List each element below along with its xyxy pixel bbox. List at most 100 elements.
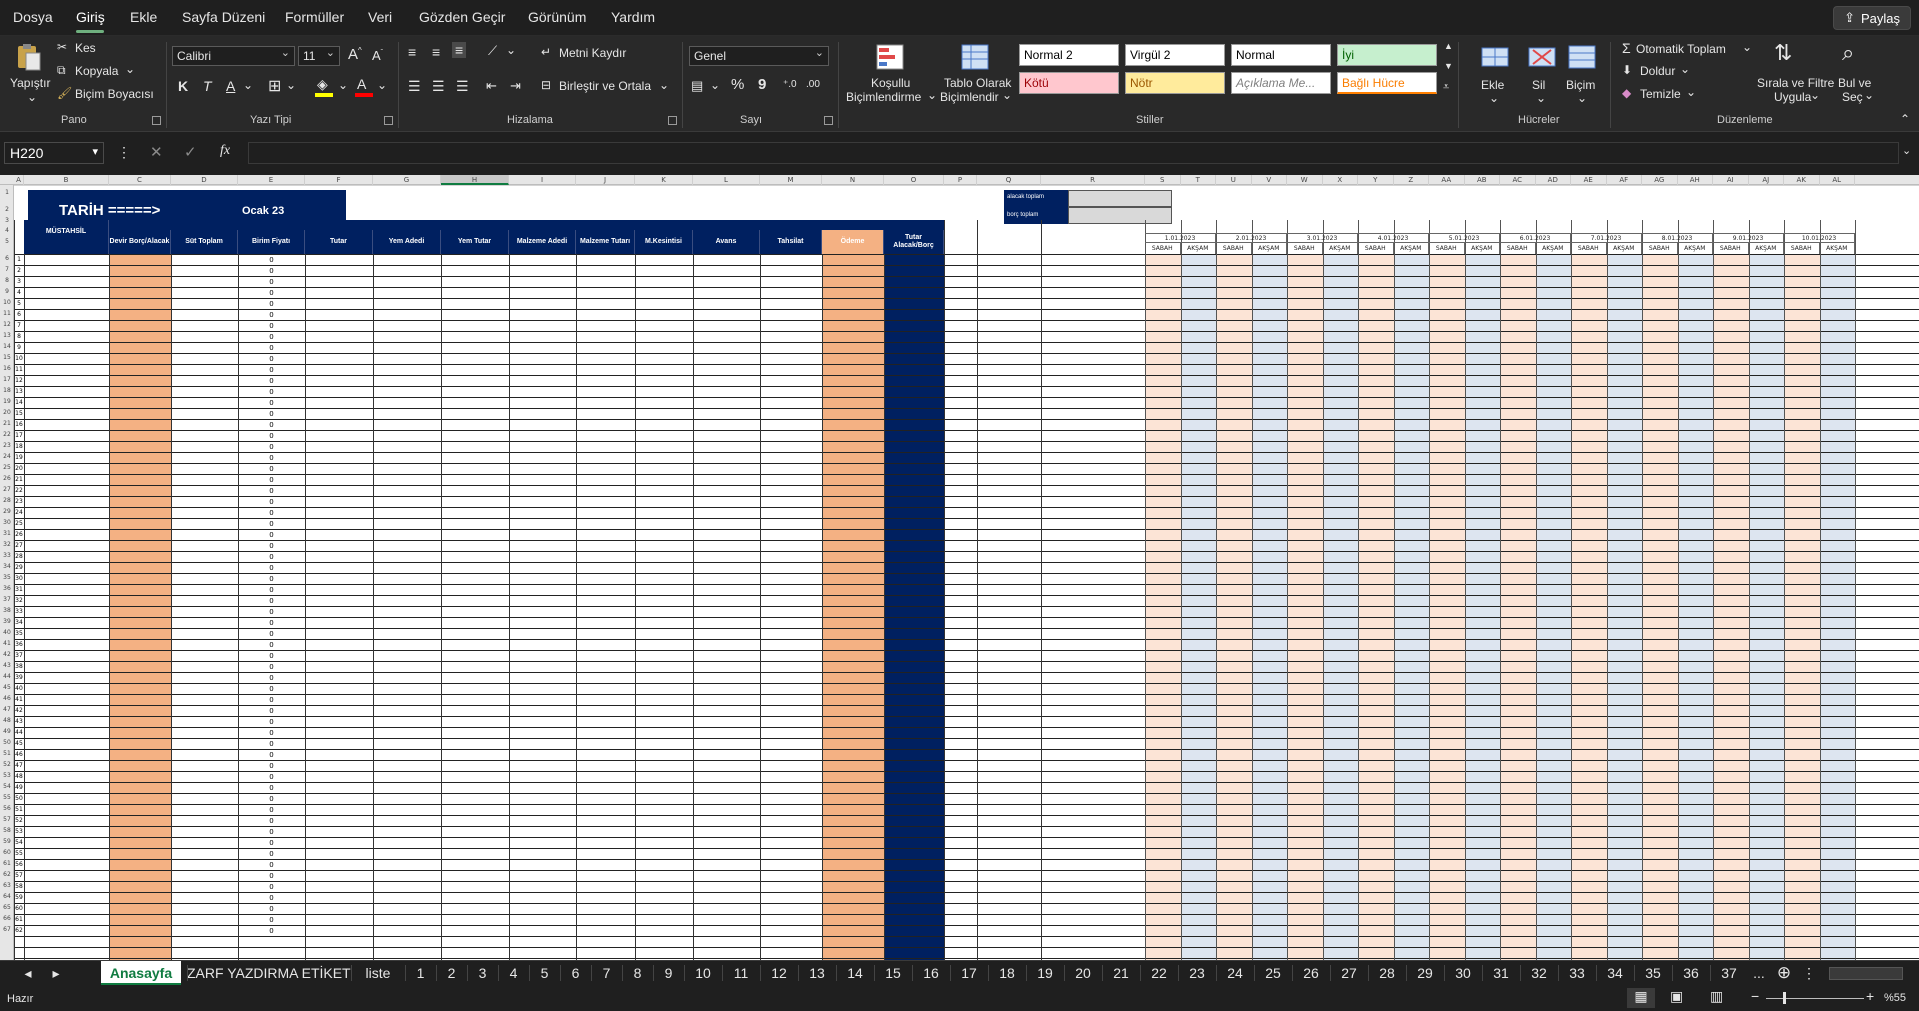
sheet-tab[interactable]: 8 bbox=[622, 961, 653, 985]
chevron-down-icon[interactable]: ⌄ bbox=[286, 78, 296, 92]
sheet-tab[interactable]: 18 bbox=[988, 961, 1026, 985]
font-name-select[interactable]: Calibri bbox=[172, 46, 295, 66]
sheet-tab[interactable]: 24 bbox=[1216, 961, 1254, 985]
row-header[interactable]: 53 bbox=[0, 772, 14, 779]
row-header[interactable]: 15 bbox=[0, 354, 14, 361]
row-header[interactable]: 19 bbox=[0, 398, 14, 405]
grow-font-icon[interactable]: A^ bbox=[348, 46, 362, 63]
worksheet[interactable]: A B C D E F G H I J K L M N O P Q R S T U V W X Y Z AA AB AC AD AE AF AG… bbox=[0, 175, 1919, 960]
column-header[interactable]: R bbox=[1041, 175, 1145, 185]
format-as-table-button[interactable]: Tablo Olarak Biçimlendir ⌄ bbox=[940, 40, 1012, 106]
row-header[interactable]: 24 bbox=[0, 453, 14, 460]
sheet-tab[interactable]: 37 bbox=[1710, 961, 1748, 985]
row-header[interactable]: 33 bbox=[0, 552, 14, 559]
sheet-tab[interactable]: 1 bbox=[405, 961, 436, 985]
column-header[interactable]: AB bbox=[1465, 175, 1500, 185]
font-launcher[interactable] bbox=[384, 116, 393, 125]
page-break-icon[interactable]: ▥ bbox=[1710, 988, 1723, 1005]
sheet-tab[interactable]: 17 bbox=[950, 961, 988, 985]
column-header[interactable]: Z bbox=[1394, 175, 1429, 185]
column-header[interactable]: AK bbox=[1784, 175, 1820, 185]
row-header[interactable]: 62 bbox=[0, 871, 14, 878]
sheet-tab[interactable]: 23 bbox=[1178, 961, 1216, 985]
styles-more-icon[interactable]: ⩡ bbox=[1443, 81, 1449, 94]
wrap-text-button[interactable]: ↵ Metni Kaydır bbox=[541, 45, 641, 63]
styles-scroll-down-icon[interactable]: ▼ bbox=[1444, 61, 1453, 71]
styles-scroll-up-icon[interactable]: ▲ bbox=[1444, 41, 1453, 51]
zoom-in-icon[interactable]: + bbox=[1866, 988, 1874, 1004]
row-header[interactable]: 40 bbox=[0, 629, 14, 636]
column-header[interactable]: G bbox=[373, 175, 441, 185]
row-header[interactable]: 38 bbox=[0, 607, 14, 614]
row-header[interactable]: 14 bbox=[0, 343, 14, 350]
decrease-decimal-icon[interactable]: .00 bbox=[806, 79, 820, 90]
row-header[interactable]: 4 bbox=[0, 227, 14, 234]
row-header[interactable]: 43 bbox=[0, 662, 14, 669]
column-header[interactable]: S bbox=[1145, 175, 1181, 185]
menu-gozden-gecir[interactable]: Gözden Geçir bbox=[419, 9, 505, 25]
column-header[interactable]: O bbox=[884, 175, 944, 185]
row-header[interactable]: 29 bbox=[0, 508, 14, 515]
sheet-tab[interactable]: 9 bbox=[653, 961, 684, 985]
horizontal-scrollbar[interactable] bbox=[1829, 967, 1903, 980]
merge-center-button[interactable]: ⊟ Birleştir ve Ortala ⌄ bbox=[541, 78, 671, 96]
column-header[interactable]: AG bbox=[1642, 175, 1678, 185]
column-header[interactable]: AC bbox=[1500, 175, 1536, 185]
row-header[interactable]: 12 bbox=[0, 321, 14, 328]
row-header[interactable]: 13 bbox=[0, 332, 14, 339]
column-header[interactable]: P bbox=[944, 175, 977, 185]
decrease-indent-icon[interactable]: ⇤ bbox=[486, 78, 497, 94]
sheet-tab[interactable]: 6 bbox=[560, 961, 591, 985]
style-kotu[interactable]: Kötü bbox=[1019, 72, 1119, 94]
paste-button[interactable]: Yapıştır ⌄ bbox=[8, 40, 52, 106]
sheet-tab[interactable]: 21 bbox=[1102, 961, 1140, 985]
align-left-icon[interactable]: ☰ bbox=[408, 78, 421, 95]
row-header[interactable]: 25 bbox=[0, 464, 14, 471]
row-header[interactable]: 27 bbox=[0, 486, 14, 493]
page-layout-icon[interactable]: ▣ bbox=[1670, 988, 1683, 1005]
cancel-icon[interactable]: ✕ bbox=[150, 143, 163, 161]
autosum-button[interactable]: Σ Otomatik Toplam ⌄ bbox=[1622, 40, 1752, 58]
menu-giris[interactable]: Giriş bbox=[76, 9, 105, 25]
row-header[interactable]: 50 bbox=[0, 739, 14, 746]
formula-input[interactable] bbox=[248, 142, 1899, 164]
normal-view-icon[interactable]: ▦ bbox=[1627, 988, 1655, 1008]
style-normal[interactable]: Normal bbox=[1231, 44, 1331, 66]
tabs-overflow[interactable]: ... bbox=[1749, 961, 1769, 985]
sheet-tab[interactable]: 32 bbox=[1520, 961, 1558, 985]
align-right-icon[interactable]: ☰ bbox=[456, 78, 469, 95]
sheet-tab[interactable]: 12 bbox=[760, 961, 798, 985]
style-notr[interactable]: Nötr bbox=[1125, 72, 1225, 94]
percent-button[interactable]: % bbox=[731, 76, 744, 93]
row-header[interactable]: 65 bbox=[0, 904, 14, 911]
currency-icon[interactable]: ▤ bbox=[691, 78, 703, 94]
row-header[interactable]: 23 bbox=[0, 442, 14, 449]
row-header[interactable]: 10 bbox=[0, 299, 14, 306]
row-header[interactable]: 34 bbox=[0, 563, 14, 570]
row-header[interactable]: 54 bbox=[0, 783, 14, 790]
zoom-slider-thumb[interactable] bbox=[1783, 992, 1786, 1004]
row-header[interactable]: 45 bbox=[0, 684, 14, 691]
fill-button[interactable]: ⬇ Doldur ⌄ bbox=[1622, 62, 1702, 81]
shrink-font-icon[interactable]: Aˇ bbox=[372, 48, 383, 63]
row-header[interactable]: 35 bbox=[0, 574, 14, 581]
alignment-launcher[interactable] bbox=[668, 116, 677, 125]
sheet-tab[interactable]: 5 bbox=[529, 961, 560, 985]
sheet-tab[interactable]: 36 bbox=[1672, 961, 1710, 985]
number-launcher[interactable] bbox=[824, 116, 833, 125]
menu-formuller[interactable]: Formüller bbox=[285, 9, 344, 25]
menu-sayfa-duzeni[interactable]: Sayfa Düzeni bbox=[182, 9, 265, 25]
sheet-tab[interactable]: 35 bbox=[1634, 961, 1672, 985]
column-header[interactable]: L bbox=[693, 175, 760, 185]
row-header[interactable]: 49 bbox=[0, 728, 14, 735]
row-header[interactable]: 32 bbox=[0, 541, 14, 548]
row-header[interactable]: 17 bbox=[0, 376, 14, 383]
sheet-tab[interactable]: 25 bbox=[1254, 961, 1292, 985]
row-header[interactable]: 47 bbox=[0, 706, 14, 713]
align-top-icon[interactable]: ≡ bbox=[408, 44, 416, 60]
zoom-out-icon[interactable]: − bbox=[1751, 988, 1759, 1004]
row-header[interactable]: 46 bbox=[0, 695, 14, 702]
row-header[interactable]: 67 bbox=[0, 926, 14, 933]
sheet-tab[interactable]: 13 bbox=[798, 961, 836, 985]
style-aciklama[interactable]: Açıklama Me... bbox=[1231, 72, 1331, 94]
